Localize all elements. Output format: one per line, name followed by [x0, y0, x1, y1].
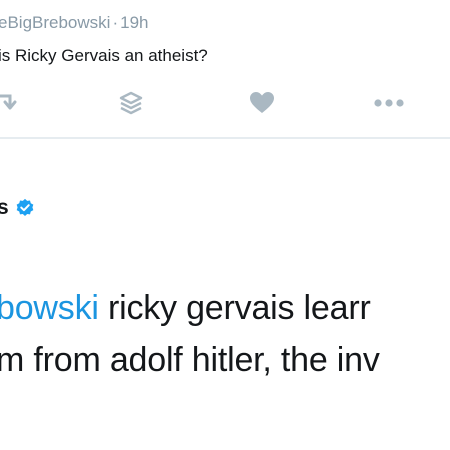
add-to-moment-button[interactable] — [117, 88, 145, 118]
author-name[interactable]: s — [0, 196, 9, 220]
retweet-button[interactable] — [0, 88, 24, 118]
reply-text-line-2: m from adolf hitler, the inv — [0, 341, 380, 379]
original-tweet[interactable]: eBigBrebowski · 19h is Ricky Gervais an at… — [0, 0, 450, 137]
reply-tweet[interactable]: s bowski ricky gervais learr m from adol… — [0, 139, 450, 450]
retweet-icon — [0, 92, 24, 114]
more-icon — [373, 98, 405, 108]
more-options-button[interactable] — [372, 88, 406, 118]
tweet-actions — [0, 88, 450, 118]
mention-link[interactable]: bowski — [0, 289, 99, 327]
reply-text: ricky gervais learr — [98, 289, 371, 327]
tweet-header: eBigBrebowski · 19h — [0, 13, 149, 33]
reply-author: s — [0, 196, 35, 220]
user-handle[interactable]: eBigBrebowski — [0, 13, 110, 32]
stack-icon — [118, 90, 144, 116]
tweet-text: is Ricky Gervais an atheist? — [0, 46, 208, 65]
reply-text-line-1: bowski ricky gervais learr — [0, 289, 371, 328]
separator: · — [112, 13, 119, 32]
like-button[interactable] — [248, 88, 276, 118]
heart-icon — [249, 91, 275, 115]
timestamp[interactable]: 19h — [120, 13, 148, 32]
verified-badge-icon — [15, 198, 35, 218]
